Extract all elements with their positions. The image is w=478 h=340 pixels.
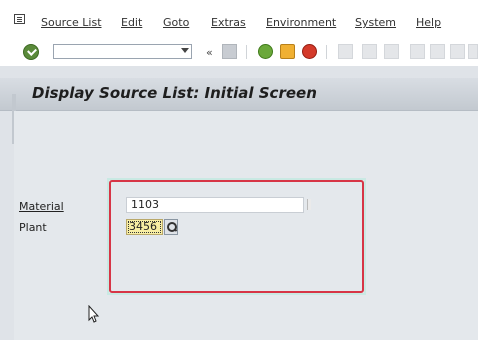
page-title: Display Source List: Initial Screen	[32, 84, 317, 102]
collapse-icon[interactable]: «	[206, 46, 213, 59]
toolbar-separator	[246, 45, 247, 59]
last-page-icon	[468, 44, 478, 59]
sap-menu-icon[interactable]	[14, 14, 25, 24]
menu-extras[interactable]: Extras	[211, 16, 246, 29]
print-icon	[338, 44, 353, 59]
mouse-cursor-icon	[88, 305, 100, 323]
material-input[interactable]: 1103	[126, 197, 304, 213]
material-input-end-marker	[307, 199, 311, 210]
menu-bar: Source List Edit Goto Extras Environment…	[0, 0, 478, 38]
chevron-down-icon[interactable]	[181, 48, 189, 53]
find-next-icon	[384, 44, 399, 59]
exit-icon[interactable]	[280, 44, 295, 59]
next-page-icon	[450, 44, 465, 59]
menu-system[interactable]: System	[355, 16, 396, 29]
first-page-icon	[410, 44, 425, 59]
menu-edit[interactable]: Edit	[121, 16, 142, 29]
cancel-icon[interactable]	[302, 44, 317, 59]
enter-icon[interactable]	[23, 44, 39, 60]
menu-goto[interactable]: Goto	[163, 16, 189, 29]
menu-environment[interactable]: Environment	[266, 16, 336, 29]
previous-page-icon	[430, 44, 445, 59]
save-icon[interactable]	[222, 44, 237, 59]
command-field[interactable]	[53, 44, 192, 59]
plant-input[interactable]: 3456	[126, 219, 163, 235]
search-help-icon[interactable]	[164, 219, 178, 235]
menu-source-list[interactable]: Source List	[41, 16, 102, 29]
plant-label: Plant	[19, 221, 47, 234]
menu-help[interactable]: Help	[416, 16, 441, 29]
toolbar-separator	[326, 45, 327, 59]
standard-toolbar: «	[0, 38, 478, 66]
title-bar: Display Source List: Initial Screen	[0, 78, 478, 111]
find-icon	[362, 44, 377, 59]
material-label[interactable]: Material	[19, 200, 64, 213]
back-icon[interactable]	[258, 44, 273, 59]
